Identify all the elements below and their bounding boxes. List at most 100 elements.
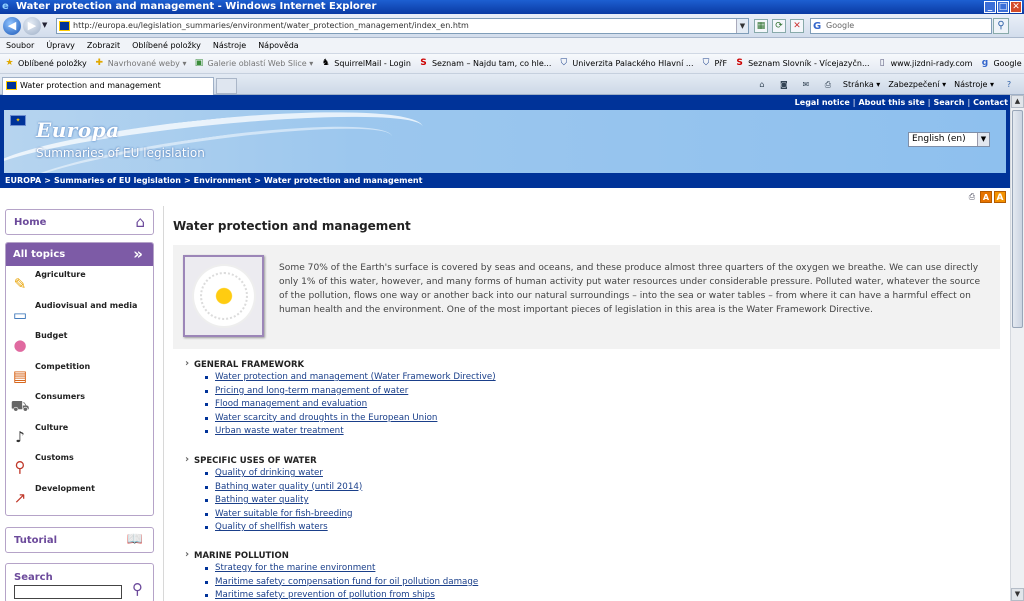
- menu-view[interactable]: Zobrazit: [87, 38, 120, 53]
- breadcrumb-europa[interactable]: EUROPA: [5, 176, 41, 185]
- favorites-bar: ★ Oblíbené položky ✚ Navrhované weby ▾ ▣ Ga…: [0, 54, 1024, 74]
- summary-link[interactable]: Bathing water quality (until 2014): [215, 482, 362, 492]
- print-icon[interactable]: ⎙: [821, 77, 835, 92]
- stop-icon[interactable]: ✕: [790, 19, 804, 33]
- summary-link[interactable]: Maritime safety: compensation fund for o…: [215, 577, 478, 587]
- summary-link[interactable]: Bathing water quality: [215, 495, 309, 505]
- help-icon[interactable]: ?: [1002, 77, 1016, 92]
- font-smaller-icon[interactable]: A: [980, 191, 992, 203]
- summary-link[interactable]: Maritime safety: prevention of pollution…: [215, 590, 435, 600]
- tab-water-protection[interactable]: Water protection and management: [2, 77, 214, 95]
- topic-consumers[interactable]: ⛟ Consumers: [6, 389, 153, 419]
- home-icon[interactable]: ⌂: [755, 77, 769, 92]
- search-link[interactable]: Search: [933, 98, 964, 107]
- europa-logo[interactable]: Europa: [36, 118, 120, 142]
- summary-link[interactable]: Flood management and evaluation: [215, 399, 367, 409]
- summary-link[interactable]: Water suitable for fish-breeding: [215, 509, 353, 519]
- nav-tutorial-label: Tutorial: [14, 535, 58, 546]
- close-window-button[interactable]: ✕: [1010, 1, 1022, 13]
- all-topics-header[interactable]: All topics »: [6, 243, 153, 266]
- print-icon[interactable]: ⎙: [966, 191, 978, 203]
- legal-notice-link[interactable]: Legal notice: [795, 98, 850, 107]
- language-select[interactable]: English (en) ▼: [908, 132, 990, 147]
- summary-link[interactable]: Pricing and long-term management of wate…: [215, 386, 408, 396]
- favorite-squirrelmail[interactable]: ♞ SquirrelMail - Login: [320, 58, 411, 69]
- search-icon[interactable]: ⚲: [132, 580, 143, 598]
- site-search-input[interactable]: [14, 585, 122, 599]
- new-tab-button[interactable]: [216, 78, 237, 94]
- nav-home[interactable]: Home ⌂: [5, 209, 154, 235]
- topic-development[interactable]: ↗ Development: [6, 481, 153, 511]
- compatibility-view-icon[interactable]: ▦: [754, 19, 768, 33]
- favorites-button[interactable]: ★ Oblíbené položky: [4, 58, 86, 69]
- summary-link[interactable]: Quality of drinking water: [215, 468, 323, 478]
- menu-file[interactable]: Soubor: [6, 38, 34, 53]
- breadcrumb-current: Water protection and management: [263, 176, 423, 185]
- search-go-icon[interactable]: ⚲: [993, 18, 1009, 34]
- mail-icon[interactable]: ✉: [799, 77, 813, 92]
- page-menu[interactable]: Stránka ▾: [843, 77, 880, 92]
- list-item: Maritime safety: compensation fund for o…: [185, 576, 478, 590]
- favorite-prf[interactable]: ⛉ PřF: [701, 58, 727, 69]
- summary-link[interactable]: Urban waste water treatment: [215, 426, 344, 436]
- nav-search-label: Search: [14, 572, 53, 583]
- upol-icon: ⛉: [560, 58, 568, 68]
- summary-link[interactable]: Strategy for the marine environment: [215, 563, 375, 573]
- vertical-scrollbar[interactable]: ▲ ▼: [1010, 95, 1024, 601]
- favorite-seznam[interactable]: S Seznam – Najdu tam, co hle...: [418, 58, 551, 69]
- scroll-up-icon[interactable]: ▲: [1011, 95, 1024, 108]
- suggested-sites-button[interactable]: ✚ Navrhované weby ▾: [94, 58, 186, 69]
- chevron-down-icon: ▼: [977, 133, 989, 146]
- refresh-icon[interactable]: ⟳: [772, 19, 786, 33]
- history-dropdown-icon[interactable]: ▼: [42, 21, 52, 31]
- topic-label: Customs: [35, 453, 74, 462]
- back-button[interactable]: ◀: [3, 17, 21, 35]
- favorite-seznam-slovnik[interactable]: S Seznam Slovník - Vícejazyčn...: [734, 58, 869, 69]
- add-favorite-icon: ✚: [95, 58, 103, 68]
- topic-label: Agriculture: [35, 270, 86, 279]
- breadcrumb: EUROPA > Summaries of EU legislation > Envir…: [0, 173, 1010, 188]
- ie-logo-icon: e: [2, 1, 9, 12]
- url-dropdown-icon[interactable]: ▼: [736, 19, 748, 33]
- rss-feed-icon[interactable]: ◙: [777, 77, 791, 92]
- font-larger-icon[interactable]: A: [994, 191, 1006, 203]
- section-title: GENERAL FRAMEWORK: [185, 358, 496, 370]
- topic-agriculture[interactable]: ✎ Agriculture: [6, 267, 153, 297]
- maximize-button[interactable]: □: [997, 1, 1009, 13]
- scroll-down-icon[interactable]: ▼: [1011, 588, 1024, 601]
- safety-menu[interactable]: Zabezpečení ▾: [888, 77, 946, 92]
- topic-budget[interactable]: ● Budget: [6, 328, 153, 358]
- breadcrumb-environment[interactable]: Environment: [194, 176, 252, 185]
- menu-help[interactable]: Nápověda: [258, 38, 299, 53]
- topic-audiovisual-and-media[interactable]: ▭ Audiovisual and media: [6, 298, 153, 328]
- menu-favorites[interactable]: Oblíbené položky: [132, 38, 201, 53]
- breadcrumb-summaries[interactable]: Summaries of EU legislation: [54, 176, 181, 185]
- about-link[interactable]: About this site: [858, 98, 924, 107]
- menu-tools[interactable]: Nástroje: [213, 38, 246, 53]
- list-item: Pricing and long-term management of wate…: [185, 385, 496, 399]
- scroll-thumb[interactable]: [1012, 110, 1023, 328]
- summary-link[interactable]: Quality of shellfish waters: [215, 522, 328, 532]
- menu-edit[interactable]: Úpravy: [46, 38, 75, 53]
- url-field[interactable]: http://europa.eu/legislation_summaries/e…: [56, 18, 749, 34]
- favorite-google[interactable]: g Google: [979, 58, 1022, 69]
- web-slice-gallery-button[interactable]: ▣ Galerie oblastí Web Slice ▾: [193, 58, 314, 69]
- forward-button[interactable]: ▶: [23, 17, 41, 35]
- list-item: Quality of shellfish waters: [185, 521, 362, 535]
- summary-link[interactable]: Water protection and management (Water F…: [215, 372, 496, 382]
- summary-link[interactable]: Water scarcity and droughts in the Europ…: [215, 413, 437, 423]
- topic-competition[interactable]: ▤ Competition: [6, 359, 153, 389]
- nav-tutorial[interactable]: Tutorial 📖: [5, 527, 154, 553]
- topics-panel: All topics » ✎ Agriculture ▭ Audiovisual an…: [5, 242, 154, 516]
- topic-culture[interactable]: ♪ Culture: [6, 420, 153, 450]
- favorite-jizdni-rady[interactable]: ▯ www.jizdni-rady.com: [877, 58, 973, 69]
- search-input[interactable]: G Google: [810, 18, 992, 34]
- contact-link[interactable]: Contact: [973, 98, 1008, 107]
- topic-customs[interactable]: ⚲ Customs: [6, 450, 153, 480]
- tools-menu[interactable]: Nástroje ▾: [954, 77, 994, 92]
- google-icon: g: [981, 58, 989, 68]
- section-title: MARINE POLLUTION: [185, 549, 478, 561]
- topic-label: Development: [35, 483, 95, 493]
- minimize-button[interactable]: _: [984, 1, 996, 13]
- favorite-upol[interactable]: ⛉ Univerzita Palackého Hlavní ...: [558, 58, 694, 69]
